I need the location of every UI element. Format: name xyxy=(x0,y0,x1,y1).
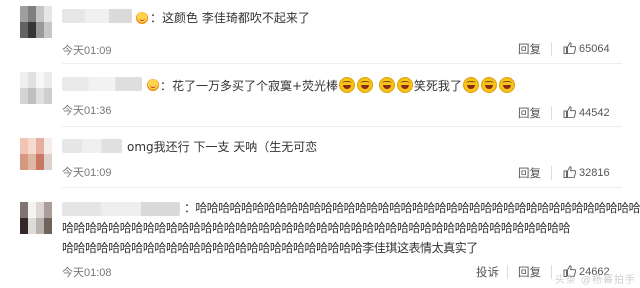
laughing-emoji-icon xyxy=(378,77,395,93)
like-button[interactable]: 65064 xyxy=(563,42,610,55)
divider xyxy=(551,265,552,279)
comment-text-line: 哈哈哈哈哈哈哈哈哈哈哈哈哈哈哈哈哈哈哈哈哈哈哈哈哈哈哈哈哈哈哈哈哈哈哈哈哈哈哈哈… xyxy=(62,221,571,235)
avatar[interactable] xyxy=(20,72,52,104)
comment-divider xyxy=(62,126,622,127)
like-button[interactable]: 44542 xyxy=(563,106,610,119)
comment-time: 今天01:36 xyxy=(62,105,112,117)
username-blurred[interactable] xyxy=(62,202,180,216)
username-blurred[interactable] xyxy=(62,9,132,23)
comment-text-line: 哈哈哈哈哈哈哈哈哈哈哈哈哈哈哈哈哈哈哈哈哈哈哈哈哈哈李佳琪这表情太真实了 xyxy=(62,241,478,255)
like-button[interactable]: 32816 xyxy=(563,166,610,179)
avatar[interactable] xyxy=(20,202,52,234)
laughing-emoji-icon xyxy=(498,77,515,93)
avatar-mosaic xyxy=(20,6,52,38)
avatar-mosaic xyxy=(20,72,52,104)
comment-text: omg我还行 下一支 天呐（生无可恋 xyxy=(127,140,318,154)
comment-text: ：花了一万多买了个寂寞+荧光棒 笑死我了 xyxy=(160,76,516,96)
laughing-emoji-icon xyxy=(396,77,413,93)
comment-text-line: ：哈哈哈哈哈哈哈哈哈哈哈哈哈哈哈哈哈哈哈哈哈哈哈哈哈哈哈哈哈哈哈哈哈哈哈哈哈哈哈… xyxy=(184,201,640,215)
username-blurred[interactable] xyxy=(62,139,122,153)
laughing-emoji-icon xyxy=(339,77,356,93)
username-blurred[interactable] xyxy=(62,77,142,91)
reply-button[interactable]: 回复 xyxy=(518,41,541,57)
report-button[interactable]: 投诉 xyxy=(476,264,499,280)
comment-time: 今天01:09 xyxy=(62,45,112,57)
divider xyxy=(551,166,552,180)
reply-button[interactable]: 回复 xyxy=(518,105,541,121)
vip-badge-icon xyxy=(147,79,159,91)
reply-button[interactable]: 回复 xyxy=(518,165,541,181)
avatar[interactable] xyxy=(20,6,52,38)
comment-item: ：哈哈哈哈哈哈哈哈哈哈哈哈哈哈哈哈哈哈哈哈哈哈哈哈哈哈哈哈哈哈哈哈哈哈哈哈哈哈哈… xyxy=(0,188,640,288)
comment-time: 今天01:09 xyxy=(62,167,112,179)
comment-item: omg我还行 下一支 天呐（生无可恋 今天01:09 回复 32816 xyxy=(0,128,640,188)
divider xyxy=(551,106,552,120)
comment-item: ：这颜色 李佳琦都吹不起来了 今天01:09 回复 65064 xyxy=(0,0,640,64)
avatar[interactable] xyxy=(20,138,52,170)
comment-text: ：这颜色 李佳琦都吹不起来了 xyxy=(150,11,310,25)
thumbs-up-icon xyxy=(563,166,576,178)
comment-item: ：花了一万多买了个寂寞+荧光棒 笑死我了 今天01:36 回复 44542 xyxy=(0,64,640,128)
laughing-emoji-icon xyxy=(462,77,479,93)
like-count: 32816 xyxy=(579,167,610,179)
comment-time: 今天01:08 xyxy=(62,267,112,279)
like-count: 65064 xyxy=(579,43,610,55)
divider xyxy=(507,265,508,279)
reply-button[interactable]: 回复 xyxy=(518,264,541,280)
like-count: 44542 xyxy=(579,107,610,119)
vip-badge-icon xyxy=(136,12,148,24)
thumbs-up-icon xyxy=(563,42,576,54)
avatar-mosaic xyxy=(20,138,52,170)
watermark: 头条 @杨幂拍手 xyxy=(554,275,636,286)
avatar-mosaic xyxy=(20,202,52,234)
thumbs-up-icon xyxy=(563,106,576,118)
laughing-emoji-icon xyxy=(357,77,374,93)
laughing-emoji-icon xyxy=(480,77,497,93)
divider xyxy=(551,42,552,56)
